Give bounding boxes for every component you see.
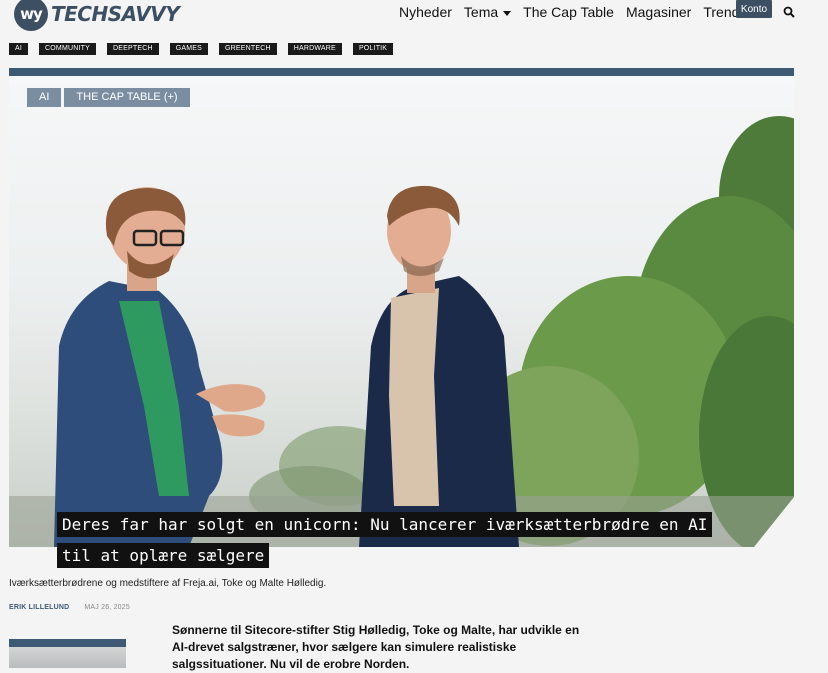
tag-games[interactable]: GAMES: [169, 43, 208, 55]
nav-item-the-cap-table[interactable]: The Cap Table: [523, 4, 614, 20]
tag-politik[interactable]: POLITIK: [352, 43, 394, 55]
thumbnail-image: [9, 647, 126, 668]
author-name[interactable]: ERIK LILLELUND: [9, 604, 69, 611]
hero-tag-the-cap-table[interactable]: THE CAP TABLE (+): [64, 88, 190, 107]
category-tags: AI COMMUNITY DEEPTECH GAMES GREENTECH HA…: [9, 43, 404, 55]
hero-corner-cut: [754, 497, 794, 547]
tag-deeptech[interactable]: DEEPTECH: [106, 43, 159, 55]
main-nav: Nyheder Tema The Cap Table Magasiner Tre…: [399, 4, 758, 20]
search-icon[interactable]: [783, 6, 795, 18]
byline: ERIK LILLELUND MAJ 26, 2025: [9, 604, 130, 611]
hero-photo-illustration: [9, 116, 794, 547]
article-headline[interactable]: Deres far har solgt en unicorn: Nu lance…: [57, 509, 737, 571]
hero-tag-ai[interactable]: AI: [27, 88, 62, 107]
article-headline-text: Deres far har solgt en unicorn: Nu lance…: [57, 512, 713, 568]
hero-image: AI THE CAP TABLE (+): [9, 76, 794, 547]
logo-mark: wy: [14, 0, 48, 31]
related-thumbnail[interactable]: [9, 639, 126, 668]
publish-date: MAJ 26, 2025: [84, 604, 130, 611]
tag-greentech[interactable]: GREENTECH: [219, 43, 277, 55]
nav-item-tema[interactable]: Tema: [463, 4, 512, 20]
account-button[interactable]: Konto: [736, 0, 772, 18]
hero-top-bar: [9, 68, 794, 76]
thumbnail-bar: [9, 639, 126, 647]
tag-ai[interactable]: AI: [9, 43, 29, 55]
nav-item-magasiner[interactable]: Magasiner: [626, 4, 691, 20]
tag-community[interactable]: COMMUNITY: [39, 43, 96, 55]
article-lead: Sønnerne til Sitecore-stifter Stig Hølle…: [172, 623, 580, 671]
hero-tags: AI THE CAP TABLE (+): [27, 88, 193, 107]
chevron-down-icon: [503, 10, 512, 16]
nav-item-nyheder[interactable]: Nyheder: [399, 4, 452, 20]
site-header: wy TECHSAVVY Nyheder Tema The Cap Table …: [0, 0, 828, 32]
nav-item-tema-label: Tema: [463, 4, 499, 20]
site-logo[interactable]: wy TECHSAVVY: [14, 0, 180, 31]
tag-hardware[interactable]: HARDWARE: [287, 43, 342, 55]
image-caption: Iværksætterbrødrene og medstiftere af Fr…: [9, 578, 327, 589]
logo-text: TECHSAVVY: [51, 2, 180, 26]
